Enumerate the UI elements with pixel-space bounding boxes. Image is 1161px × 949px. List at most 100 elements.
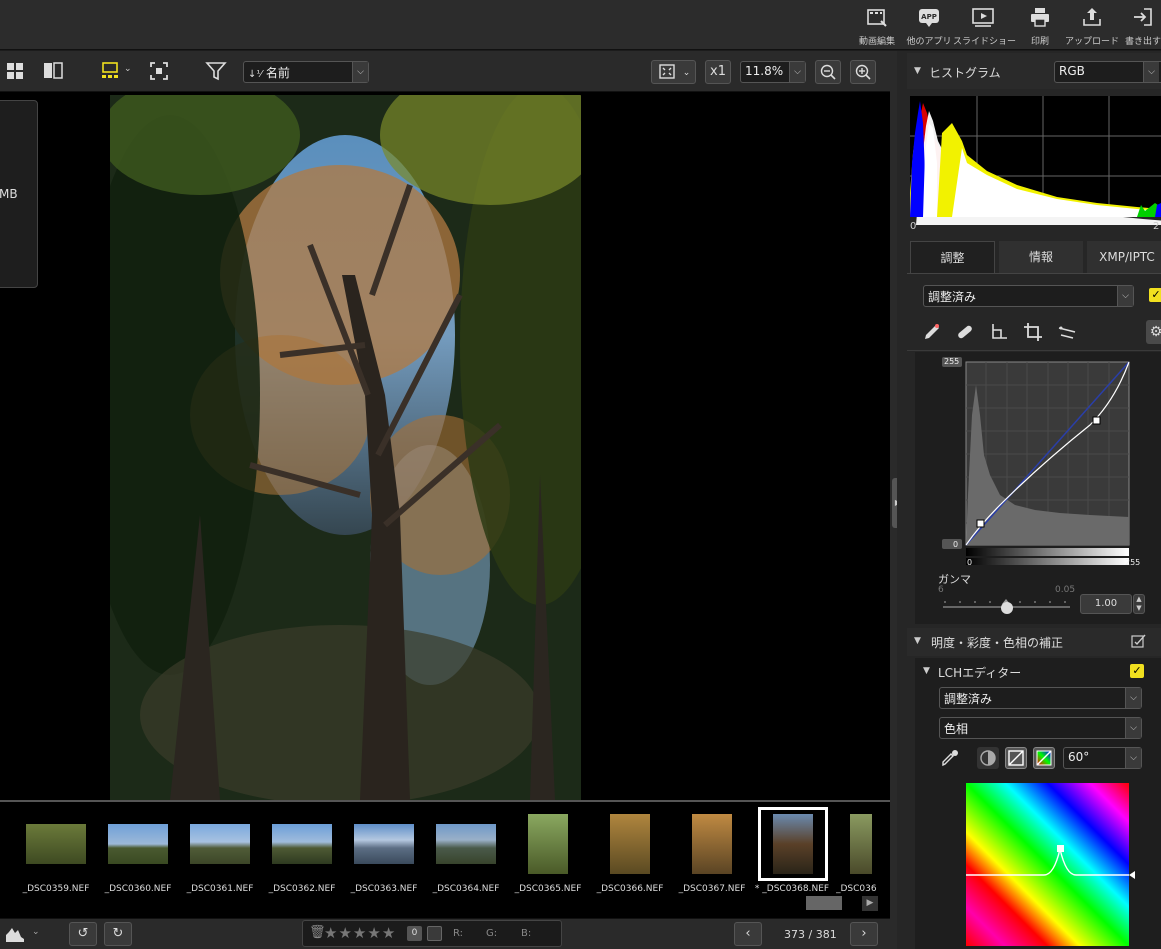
- crop-icon[interactable]: [1023, 322, 1043, 342]
- filmstrip-label: _DSC0365.NEF: [514, 884, 582, 894]
- prev-image-button[interactable]: ‹: [734, 922, 762, 946]
- settings-gear-icon[interactable]: ⚙: [1146, 320, 1161, 344]
- label-color-icon[interactable]: [427, 926, 442, 941]
- filmstrip-label: _DSC0359.NEF: [22, 884, 90, 894]
- movie-edit-button[interactable]: 動画編集: [847, 4, 907, 47]
- adjustment-preset-dropdown[interactable]: 調整済み ⌵: [923, 285, 1134, 307]
- lch-mode-contrast-button[interactable]: [977, 747, 999, 769]
- edit-check-icon[interactable]: [1131, 633, 1147, 649]
- chevron-left-icon: ‹: [745, 926, 751, 941]
- filmstrip-thumb[interactable]: [836, 808, 886, 880]
- fit-view-button[interactable]: ⌄: [651, 60, 696, 84]
- filmstrip-label: _DSC0367.NEF: [678, 884, 746, 894]
- histogram-channel-dropdown[interactable]: RGB ⌵: [1054, 61, 1161, 83]
- histogram-axis-max: 2: [1153, 221, 1160, 232]
- histogram-channel-value: RGB: [1059, 64, 1085, 78]
- slideshow-icon: [972, 8, 994, 27]
- filmstrip-thumb[interactable]: [508, 808, 588, 880]
- filmstrip-thumb[interactable]: [180, 808, 260, 880]
- histogram-axis-min: 0: [910, 221, 917, 232]
- retouch-icon[interactable]: [955, 322, 975, 342]
- export-button[interactable]: 書き出す: [1113, 4, 1161, 47]
- gamma-stepper[interactable]: ▲ ▼: [1133, 594, 1145, 614]
- scroll-right-arrow-icon[interactable]: ▶: [862, 896, 878, 911]
- filmstrip-thumb[interactable]: [98, 808, 178, 880]
- print-button[interactable]: 印刷: [1010, 4, 1070, 47]
- star-icon[interactable]: ★: [324, 924, 338, 942]
- perspective-icon[interactable]: [1057, 322, 1077, 342]
- filmstrip-thumb[interactable]: [16, 808, 96, 880]
- zoom-out-button[interactable]: [815, 60, 841, 84]
- gamma-value-input[interactable]: 1.00: [1080, 594, 1132, 614]
- collapse-triangle-icon[interactable]: ▼: [923, 666, 930, 676]
- file-size-text: MB: [0, 187, 18, 201]
- filmstrip-scrollbar[interactable]: [0, 896, 880, 912]
- zoom-in-button[interactable]: [850, 60, 876, 84]
- filmstrip-label-selected: * _DSC0368.NEF: [754, 884, 830, 894]
- tab-xmp-iptc[interactable]: XMP/IPTC: [1087, 241, 1161, 273]
- brush-icon[interactable]: [922, 322, 942, 342]
- histogram-chevron-icon[interactable]: ⌄: [32, 927, 40, 937]
- straighten-icon[interactable]: [989, 322, 1009, 342]
- main-photo[interactable]: [110, 95, 581, 800]
- lch-angle-dropdown[interactable]: 60° ⌵: [1063, 747, 1142, 769]
- next-image-button[interactable]: ›: [850, 922, 878, 946]
- filmstrip-view-icon[interactable]: [100, 60, 122, 82]
- filmstrip-thumb[interactable]: [672, 808, 752, 880]
- export-icon: [1134, 8, 1152, 26]
- zoom-dropdown[interactable]: 11.8% ⌵: [740, 61, 806, 83]
- eyedropper-icon[interactable]: [940, 748, 960, 768]
- grad-max-label: 255: [1125, 558, 1141, 567]
- rotate-right-button[interactable]: ↻: [104, 922, 132, 946]
- fullscreen-icon[interactable]: [148, 60, 170, 82]
- grid-view-icon[interactable]: [5, 60, 27, 82]
- filmstrip-thumb-selected[interactable]: [758, 807, 828, 881]
- compare-view-icon[interactable]: [42, 60, 64, 82]
- filmstrip-scrollbar-thumb[interactable]: [806, 896, 842, 910]
- slideshow-button[interactable]: スライドショー: [953, 4, 1016, 47]
- star-rating[interactable]: ★★★★★: [324, 924, 396, 942]
- star-icon[interactable]: ★: [353, 924, 367, 942]
- filmstrip-thumb[interactable]: [590, 808, 670, 880]
- chevron-down-icon: ⌵: [352, 62, 368, 82]
- curve-top-label: 255: [944, 357, 960, 366]
- other-apps-button[interactable]: APP 他のアプリ: [899, 4, 959, 47]
- tone-curve-chart[interactable]: [940, 355, 1140, 570]
- curve-bottom-label: 0: [953, 540, 959, 549]
- tab-adjust[interactable]: 調整: [910, 241, 995, 273]
- lch-preset-dropdown[interactable]: 調整済み ⌵: [939, 687, 1142, 709]
- grad-min-label: 0: [967, 558, 973, 567]
- star-icon[interactable]: ★: [382, 924, 396, 942]
- filmstrip-thumb[interactable]: [344, 808, 424, 880]
- zoom-x1-button[interactable]: x1: [705, 60, 731, 84]
- collapse-triangle-icon[interactable]: ▼: [914, 66, 921, 76]
- rating-zero-badge[interactable]: 0: [407, 926, 422, 941]
- top-toolbar: 動画編集 APP 他のアプリ スライドショー 印刷 アップロード 書き出す: [0, 0, 1161, 50]
- lch-enabled-checkbox[interactable]: ✓: [1130, 664, 1144, 678]
- star-icon[interactable]: ★: [338, 924, 352, 942]
- lch-editor-title: LCHエディター: [938, 666, 1022, 680]
- gamma-slider[interactable]: [940, 597, 1075, 617]
- adjust-enabled-checkbox[interactable]: ✓: [1149, 288, 1161, 302]
- filter-icon[interactable]: [205, 60, 227, 82]
- filmstrip-thumb[interactable]: [262, 808, 342, 880]
- sort-dropdown[interactable]: ↓⅟ 名前 ⌵: [243, 61, 369, 83]
- half-circle-icon: [980, 750, 996, 766]
- rotate-left-button[interactable]: ↺: [69, 922, 97, 946]
- lch-mode-linear-button[interactable]: [1005, 747, 1027, 769]
- zoom-in-icon: [855, 64, 871, 80]
- star-icon[interactable]: ★: [367, 924, 381, 942]
- chevron-down-icon: ⌵: [1143, 62, 1159, 82]
- chevron-down-icon: ⌵: [789, 62, 805, 82]
- rotate-right-icon: ↻: [112, 926, 124, 941]
- histogram-toggle-icon[interactable]: [5, 925, 29, 943]
- lch-channel-dropdown[interactable]: 色相 ⌵: [939, 717, 1142, 739]
- tab-info[interactable]: 情報: [999, 241, 1083, 273]
- lch-mode-color-button[interactable]: [1033, 747, 1055, 769]
- collapse-triangle-icon[interactable]: ▼: [914, 636, 921, 646]
- lch-channel-value: 色相: [944, 722, 969, 736]
- lch-hue-graph[interactable]: [966, 783, 1136, 946]
- view-mode-chevron-icon[interactable]: ⌄: [124, 64, 132, 74]
- filmstrip-thumb[interactable]: [426, 808, 506, 880]
- fit-chevron-icon: ⌄: [682, 68, 691, 78]
